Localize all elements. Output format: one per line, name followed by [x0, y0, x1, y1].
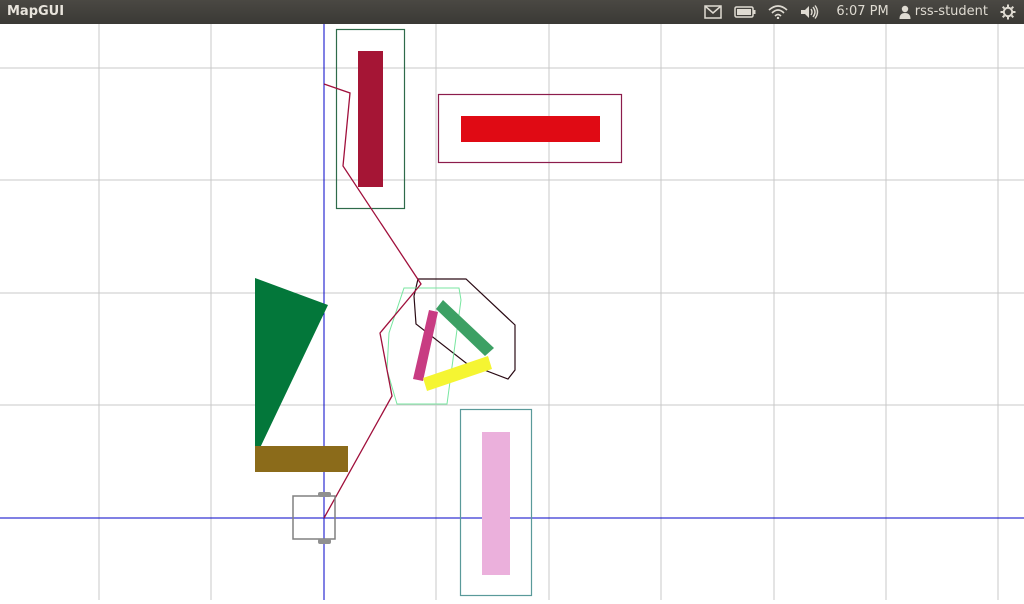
wifi-icon[interactable] [762, 0, 794, 24]
gear-icon[interactable] [994, 0, 1024, 24]
obstacle-tall-red [358, 51, 383, 187]
robot-wheel-bottom [318, 539, 331, 544]
map-canvas[interactable] [0, 24, 1024, 600]
battery-icon[interactable] [728, 0, 762, 24]
grid [0, 24, 1024, 600]
top-panel: MapGUI 6:07 PM rss-student [0, 0, 1024, 24]
user-name: rss-student [914, 4, 988, 19]
volume-icon[interactable] [794, 0, 826, 24]
map-svg[interactable] [0, 24, 1024, 600]
system-tray: 6:07 PM rss-student [698, 0, 1024, 24]
robot-wheel-top [318, 492, 331, 497]
obstacle-magenta-bar [413, 310, 438, 381]
obstacle-wide-red [461, 116, 600, 142]
obstacle-green-triangle [255, 278, 328, 450]
user-icon [899, 5, 911, 19]
obstacle-pink [482, 432, 510, 575]
mail-icon[interactable] [698, 0, 728, 24]
obstacle-yellow-bar [423, 356, 492, 391]
obstacle-olive [255, 446, 348, 472]
app-title: MapGUI [7, 4, 65, 19]
user-menu[interactable]: rss-student [895, 0, 994, 24]
obstacle-green-bar [436, 300, 494, 356]
clock[interactable]: 6:07 PM [826, 0, 894, 24]
